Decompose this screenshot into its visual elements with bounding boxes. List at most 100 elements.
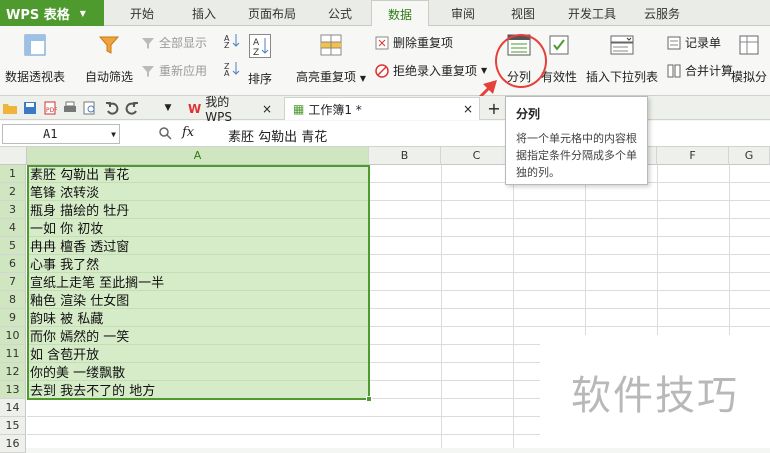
tab-developer[interactable]: 开发工具: [560, 0, 624, 26]
watermark: 软件技巧: [540, 335, 770, 448]
dropdown-list-icon: [609, 32, 635, 58]
grid-line: [27, 434, 369, 435]
grid-line: [27, 416, 369, 417]
row-header[interactable]: 8: [0, 291, 26, 309]
fill-handle[interactable]: [366, 396, 372, 402]
row-header[interactable]: 14: [0, 399, 26, 417]
select-all-corner[interactable]: [0, 147, 27, 165]
svg-text:A: A: [224, 69, 230, 76]
row-header[interactable]: 12: [0, 363, 26, 381]
print-preview-icon[interactable]: [82, 100, 98, 116]
doc-tab-workbook[interactable]: ▦ 工作簿1 * ×: [284, 97, 480, 120]
sort-az-icon[interactable]: AZ: [249, 34, 271, 58]
tab-formula[interactable]: 公式: [316, 0, 364, 26]
tooltip-title: 分列: [516, 107, 541, 121]
row-header[interactable]: 7: [0, 273, 26, 291]
close-icon[interactable]: ×: [262, 102, 272, 116]
grid-line: [369, 308, 770, 309]
record-form-icon: [666, 35, 682, 51]
funnel-icon: [140, 63, 156, 79]
grid-line: [369, 272, 770, 273]
tab-review[interactable]: 审阅: [440, 0, 486, 26]
wps-logo-icon: W: [188, 101, 202, 116]
row-header[interactable]: 2: [0, 183, 26, 201]
row-header[interactable]: 1: [0, 165, 26, 183]
tab-cloud[interactable]: 云服务: [634, 0, 690, 26]
sort-button[interactable]: 排序: [248, 70, 272, 87]
grid-line: [369, 290, 770, 291]
record-form-button[interactable]: 记录单: [666, 34, 721, 51]
tab-home[interactable]: 开始: [118, 0, 166, 26]
chevron-down-icon: ▼: [111, 129, 116, 139]
row-header[interactable]: 4: [0, 219, 26, 237]
sort-ascending-icon[interactable]: AZ: [224, 32, 243, 48]
row-header[interactable]: 15: [0, 417, 26, 435]
autofilter-button[interactable]: 自动筛选: [84, 32, 134, 85]
doc-tab-mywps[interactable]: W 我的WPS ×: [180, 95, 280, 124]
grid-line: [369, 326, 770, 327]
tooltip-body: 将一个单元格中的内容根据指定条件分隔成多个单独的列。: [516, 132, 637, 179]
row-header[interactable]: 11: [0, 345, 26, 363]
column-header-g[interactable]: G: [729, 147, 770, 165]
close-icon[interactable]: ×: [463, 102, 473, 116]
redo-icon[interactable]: [124, 100, 140, 116]
row-header[interactable]: 3: [0, 201, 26, 219]
app-menu-button[interactable]: WPS 表格 ▼: [0, 0, 104, 26]
title-bar: WPS 表格 ▼ 开始 插入 页面布局 公式 数据 审阅 视图 开发工具 云服务: [0, 0, 770, 27]
svg-text:PDF: PDF: [46, 107, 57, 114]
open-folder-icon[interactable]: [2, 100, 18, 116]
funnel-icon: [140, 35, 156, 51]
grid-line: [369, 254, 770, 255]
save-icon[interactable]: [22, 100, 38, 116]
show-all-button[interactable]: 全部显示: [140, 34, 207, 51]
app-name: WPS 表格: [6, 7, 70, 23]
row-header[interactable]: 13: [0, 381, 26, 399]
tab-page-layout[interactable]: 页面布局: [240, 0, 304, 26]
row-header[interactable]: 9: [0, 309, 26, 327]
formula-content[interactable]: 素胚 勾勒出 青花: [228, 126, 327, 145]
pivot-table-button[interactable]: 数据透视表: [4, 32, 66, 85]
name-box[interactable]: A1 ▼: [2, 124, 120, 144]
zoom-search-icon[interactable]: [158, 126, 172, 143]
svg-text:Z: Z: [224, 41, 230, 48]
column-header-a[interactable]: A: [27, 147, 369, 165]
row-header[interactable]: 6: [0, 255, 26, 273]
print-icon[interactable]: [62, 100, 78, 116]
column-header-f[interactable]: F: [657, 147, 729, 165]
row-header[interactable]: 16: [0, 435, 26, 453]
delete-duplicates-button[interactable]: 删除重复项: [374, 34, 453, 51]
reapply-button[interactable]: 重新应用: [140, 62, 207, 79]
fx-icon[interactable]: fx: [182, 125, 194, 140]
row-header[interactable]: 5: [0, 237, 26, 255]
svg-text:Z: Z: [253, 48, 259, 57]
split-tooltip: 分列 将一个单元格中的内容根据指定条件分隔成多个单独的列。: [505, 96, 648, 185]
svg-text:A: A: [253, 38, 260, 48]
column-header-b[interactable]: B: [369, 147, 441, 165]
highlight-duplicates-button[interactable]: 高亮重复项 ▼: [294, 32, 368, 85]
merge-calc-button[interactable]: 合并计算: [666, 62, 733, 79]
column-header-c[interactable]: C: [441, 147, 513, 165]
undo-icon[interactable]: [104, 100, 120, 116]
grid-line: [441, 165, 442, 448]
simulate-analysis-icon: [736, 32, 762, 58]
merge-calc-icon: [666, 63, 682, 79]
selection-outline: [27, 165, 370, 400]
pivot-table-icon: [22, 32, 48, 58]
chevron-down-icon: ▼: [79, 8, 86, 18]
tab-view[interactable]: 视图: [500, 0, 546, 26]
simulate-analysis-button[interactable]: 模拟分: [728, 32, 770, 85]
row-header[interactable]: 10: [0, 327, 26, 345]
grid-line: [369, 200, 770, 201]
tab-insert[interactable]: 插入: [180, 0, 228, 26]
new-tab-plus-icon[interactable]: +: [486, 99, 502, 118]
quick-access-bar: PDF ▼ W 我的WPS × ▦ 工作簿1 * × +: [0, 95, 770, 124]
grid-line: [369, 218, 770, 219]
export-pdf-icon[interactable]: PDF: [42, 100, 58, 116]
validity-icon: [546, 32, 572, 58]
insert-dropdown-list-button[interactable]: 插入下拉列表: [584, 32, 660, 85]
highlight-grid-icon: [318, 32, 344, 58]
ribbon-data: 数据透视表 自动筛选 全部显示 重新应用 AZ AZ ZA 排序 高亮重复项 ▼…: [0, 26, 770, 96]
sort-descending-icon[interactable]: ZA: [224, 60, 243, 76]
chevron-down-icon[interactable]: ▼: [160, 100, 176, 116]
tab-data[interactable]: 数据: [371, 0, 429, 27]
